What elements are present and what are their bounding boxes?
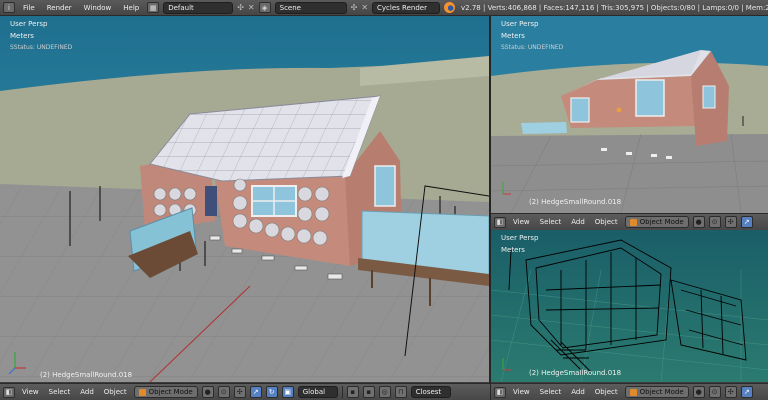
translate-icon[interactable]: ↗ (740, 216, 753, 228)
tr-active-object-label: (2) HedgeSmallRound.018 (529, 198, 622, 206)
snap-target-select[interactable]: Closest (410, 386, 451, 398)
pivot-icon[interactable]: ⊙ (708, 216, 721, 228)
top-right-3d-viewport[interactable]: User Persp Meters SStatus: UNDEFINED (2)… (491, 16, 768, 213)
scene-add-icon[interactable]: ✣ (351, 3, 358, 12)
menu-render[interactable]: Render (43, 4, 76, 12)
scene-close-icon[interactable]: ✕ (361, 3, 368, 12)
pivot-icon[interactable]: ⊙ (708, 386, 721, 398)
shading-icon[interactable]: ● (201, 386, 214, 398)
blender-logo (444, 2, 456, 13)
object-menu[interactable]: Object (592, 388, 621, 396)
snap-icon[interactable]: ⊓ (394, 386, 407, 398)
object-mode-icon (629, 388, 637, 396)
select-menu[interactable]: Select (46, 388, 74, 396)
top-right-viewport-header: ◧ View Select Add Object Object Mode ● ⊙… (491, 213, 768, 230)
proportional-edit-icon[interactable]: ◎ (378, 386, 391, 398)
shading-icon[interactable]: ● (692, 386, 705, 398)
status-label: SStatus: UNDEFINED (10, 44, 73, 51)
bottom-right-3d-viewport[interactable]: User Persp Meters (2) HedgeSmallRound.01… (491, 230, 768, 382)
scale-icon[interactable]: ▣ (281, 386, 294, 398)
editor-type-icon[interactable]: ◧ (494, 386, 506, 398)
mode-select[interactable]: Object Mode (624, 386, 689, 398)
mode-label: Object Mode (639, 218, 684, 226)
units-label: Meters (10, 32, 34, 40)
layout-add-icon[interactable]: ✣ (237, 3, 244, 12)
tr-status-label: SStatus: UNDEFINED (501, 44, 564, 51)
translate-icon[interactable]: ↗ (740, 386, 753, 398)
add-menu[interactable]: Add (568, 218, 588, 226)
pivot-icon[interactable]: ⊙ (217, 386, 230, 398)
layout-close-icon[interactable]: ✕ (248, 3, 255, 12)
tr-units-label: Meters (501, 32, 525, 40)
mode-select[interactable]: Object Mode (133, 386, 198, 398)
view-name: User Persp (10, 20, 48, 28)
manipulator-icon[interactable]: ✣ (724, 386, 737, 398)
bottom-right-viewport-header: ◧ View Select Add Object Object Mode ● ⊙… (491, 383, 768, 400)
object-menu[interactable]: Object (592, 218, 621, 226)
mode-label: Object Mode (639, 388, 684, 396)
scene-stats: v2.78 | Verts:406,868 | Faces:147,116 | … (461, 3, 768, 12)
add-menu[interactable]: Add (77, 388, 97, 396)
br-active-object-label: (2) HedgeSmallRound.018 (529, 369, 622, 377)
main-viewport-header: ◧ View Select Add Object Object Mode ● ⊙… (0, 383, 490, 400)
manipulator-icon[interactable]: ✣ (233, 386, 246, 398)
editor-type-icon[interactable]: ◧ (494, 216, 506, 228)
menu-help[interactable]: Help (119, 4, 143, 12)
info-header: i File Render Window Help ▦ Default ✣ ✕ … (0, 0, 768, 16)
translate-icon[interactable]: ↗ (249, 386, 262, 398)
tr-view-name: User Persp (501, 20, 539, 28)
mode-label: Object Mode (148, 388, 193, 396)
shading-icon[interactable]: ● (692, 216, 705, 228)
main-3d-viewport[interactable]: User Persp Meters SStatus: UNDEFINED (2)… (0, 16, 489, 382)
scene-select[interactable]: Scene (274, 1, 347, 14)
object-menu[interactable]: Object (101, 388, 130, 396)
orientation-select[interactable]: Global (297, 386, 338, 398)
mode-select[interactable]: Object Mode (624, 216, 689, 228)
layer-icon[interactable]: ▪ (346, 386, 359, 398)
render-engine-select[interactable]: Cycles Render (372, 1, 441, 14)
view-menu[interactable]: View (510, 218, 533, 226)
manipulator-icon[interactable]: ✣ (724, 216, 737, 228)
layout-select[interactable]: Default (163, 1, 234, 14)
select-menu[interactable]: Select (537, 388, 565, 396)
layout-icon[interactable]: ▦ (147, 2, 160, 13)
br-view-name: User Persp (501, 234, 539, 242)
active-object-label: (2) HedgeSmallRound.018 (40, 371, 133, 379)
menu-window[interactable]: Window (80, 4, 116, 12)
view-menu[interactable]: View (19, 388, 42, 396)
br-units-label: Meters (501, 246, 525, 254)
editor-type-icon[interactable]: i (3, 2, 15, 13)
view-menu[interactable]: View (510, 388, 533, 396)
scene-icon[interactable]: ◈ (258, 2, 271, 13)
select-menu[interactable]: Select (537, 218, 565, 226)
editor-type-icon[interactable]: ◧ (3, 386, 15, 398)
menu-file[interactable]: File (19, 4, 39, 12)
object-mode-icon (138, 388, 146, 396)
add-menu[interactable]: Add (568, 388, 588, 396)
wireframe-viewport-scene (491, 230, 768, 382)
rotate-icon[interactable]: ↻ (265, 386, 278, 398)
main-viewport-scene (0, 16, 489, 382)
layer-icon[interactable]: ▪ (362, 386, 375, 398)
separator (341, 386, 343, 398)
area-divider-vertical[interactable] (489, 16, 491, 400)
object-mode-icon (629, 218, 637, 226)
